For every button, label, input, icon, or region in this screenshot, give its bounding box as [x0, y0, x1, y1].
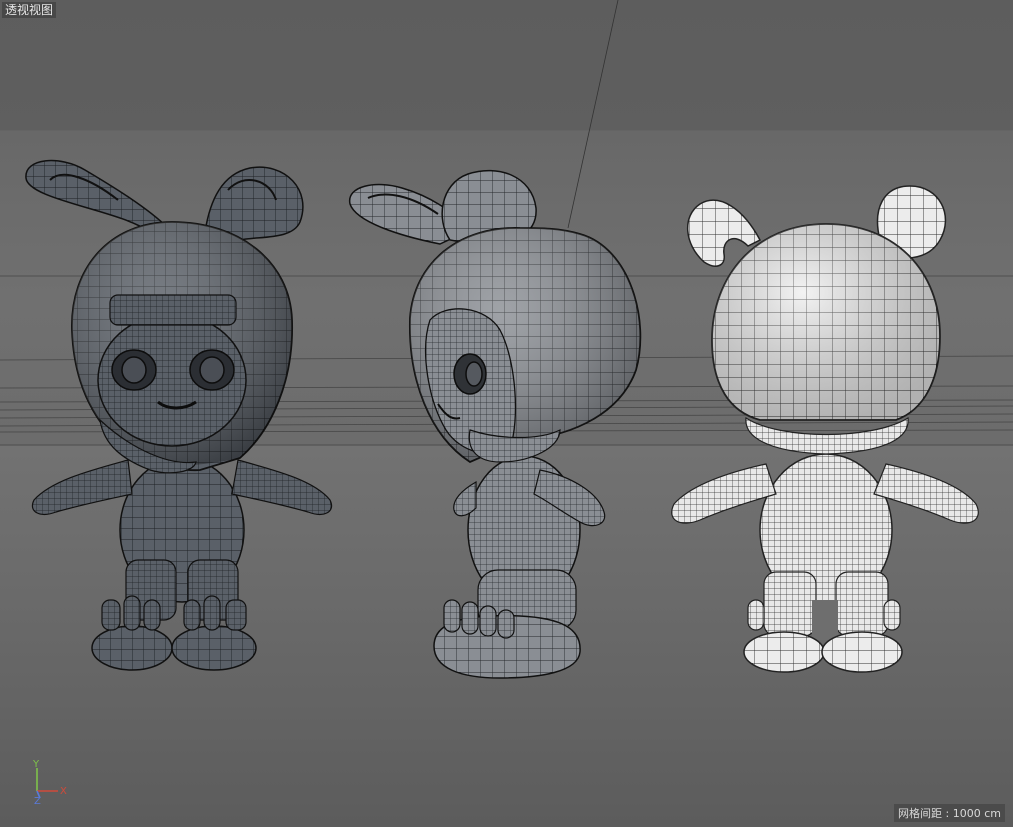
- character-model-front[interactable]: [25, 159, 333, 671]
- axis-x-label: X: [60, 786, 67, 797]
- axis-z-label: Z: [34, 796, 41, 807]
- back-leg-left: [763, 571, 817, 637]
- bangs: [109, 294, 237, 326]
- right-foot: [171, 625, 257, 671]
- grid-spacing-readout: 网格间距 : 1000 cm: [894, 804, 1005, 822]
- left-foot: [91, 625, 173, 671]
- back-foot-left: [743, 631, 825, 673]
- side-eye: [453, 353, 487, 395]
- back-leg-right: [835, 571, 889, 637]
- right-arm: [231, 459, 333, 515]
- perspective-viewport[interactable]: Y X Z 透视视图 网格间距 : 1000 cm: [0, 0, 1013, 827]
- axis-y-label: Y: [32, 759, 40, 770]
- left-arm: [31, 459, 133, 515]
- scene-canvas[interactable]: Y X Z: [0, 0, 1013, 827]
- left-ear: [25, 159, 170, 233]
- back-foot-right: [821, 631, 903, 673]
- character-model-back[interactable]: [671, 185, 979, 673]
- view-title[interactable]: 透视视图: [2, 2, 57, 18]
- axis-gizmo: Y X Z: [32, 759, 67, 807]
- back-arm-left: [671, 463, 777, 524]
